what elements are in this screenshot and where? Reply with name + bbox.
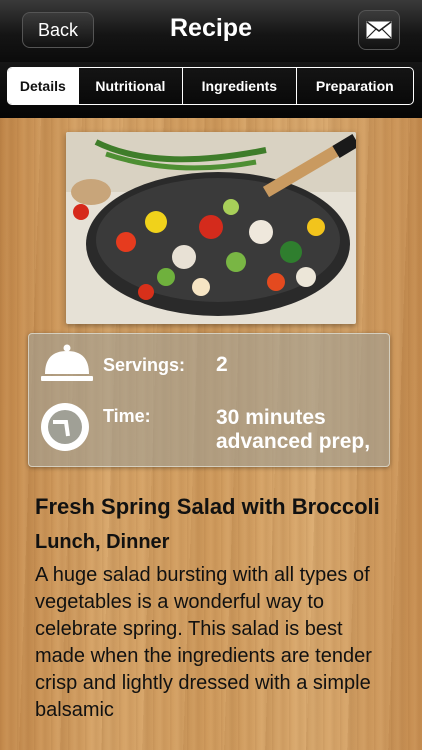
- tab-nutritional[interactable]: Nutritional: [77, 68, 182, 104]
- recipe-content: Fresh Spring Salad with Broccoli Lunch, …: [35, 492, 395, 724]
- envelope-icon: [366, 21, 392, 39]
- tab-bar: Details Nutritional Ingredients Preparat…: [0, 62, 422, 118]
- servings-value: 2: [216, 353, 228, 376]
- clock-icon: [41, 403, 89, 451]
- recipe-meal-type: Lunch, Dinner: [35, 531, 170, 553]
- recipe-photo: [66, 132, 356, 324]
- recipe-description: A huge salad bursting with all types of …: [35, 564, 372, 721]
- info-panel: Servings: 2 Time: 30 minutes advanced pr…: [28, 333, 390, 467]
- time-value-line2: advanced prep,: [216, 430, 371, 453]
- time-value-line1: 30 minutes: [216, 406, 326, 429]
- segmented-control: Details Nutritional Ingredients Preparat…: [7, 67, 414, 105]
- tab-details[interactable]: Details: [8, 68, 78, 104]
- navigation-bar: Back Recipe: [0, 0, 422, 63]
- tab-preparation[interactable]: Preparation: [295, 68, 413, 104]
- servings-label: Servings:: [103, 355, 186, 375]
- tab-ingredients[interactable]: Ingredients: [182, 68, 295, 104]
- recipe-title: Fresh Spring Salad with Broccoli: [35, 494, 380, 519]
- mail-button[interactable]: [358, 10, 400, 50]
- serving-cloche-icon: [41, 344, 93, 381]
- time-label: Time:: [103, 406, 151, 426]
